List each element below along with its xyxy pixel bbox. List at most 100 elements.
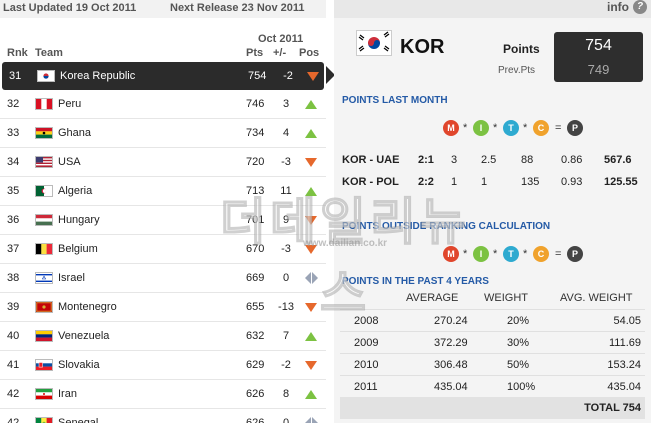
match-match: KOR - POL [342, 176, 399, 188]
team-name[interactable]: Slovakia [58, 359, 100, 371]
formula-operator: * [523, 248, 528, 260]
year-year: 2010 [354, 359, 379, 371]
trend-same-icon [305, 417, 319, 423]
points: 701 [246, 214, 265, 226]
info-label[interactable]: info [607, 0, 629, 14]
match-row: KOR - UAE 2:1 3 2.5 88 0.86 567.6 [342, 154, 647, 170]
flag-icon [35, 272, 53, 284]
flag-icon [35, 127, 53, 139]
section-past-years: POINTS IN THE PAST 4 YEARS [342, 276, 489, 287]
table-row[interactable]: 32 Peru 746 3 [0, 90, 326, 119]
formula-m-icon: M [443, 246, 459, 262]
table-row[interactable]: 33 Ghana 734 4 [0, 119, 326, 148]
table-row[interactable]: 37 Belgium 670 -3 [0, 235, 326, 264]
team-code: KOR [400, 36, 445, 58]
table-row[interactable]: 41 Slovakia 629 -2 [0, 351, 326, 380]
col-change[interactable]: +/- [273, 47, 286, 59]
points: 713 [246, 185, 265, 197]
formula-p-icon: P [567, 246, 583, 262]
table-row[interactable]: 42 Senegal 626 0 [0, 409, 326, 423]
formula-t-icon: T [503, 120, 519, 136]
team-name[interactable]: Montenegro [58, 301, 117, 313]
year-average: 270.24 [434, 315, 468, 327]
table-row[interactable]: 35 Algeria 713 11 [0, 177, 326, 206]
table-row[interactable]: 36 Hungary 701 9 [0, 206, 326, 235]
col-rnk[interactable]: Rnk [7, 47, 28, 59]
points: 669 [246, 272, 265, 284]
trend-up-icon [305, 390, 317, 399]
table-row-selected[interactable]: 31 Korea Republic 754 -2 [2, 62, 324, 90]
col-pos[interactable]: Pos [299, 47, 319, 59]
year-row: 2008 270.24 20% 54.05 [340, 309, 645, 332]
match-match: KOR - UAE [342, 154, 400, 166]
year-average: 372.29 [434, 337, 468, 349]
trend-up-icon [305, 129, 317, 138]
points: 720 [246, 156, 265, 168]
total-row: TOTAL 754 [340, 397, 645, 419]
table-row[interactable]: 39 Montenegro 655 -13 [0, 293, 326, 322]
table-row[interactable]: 34 USA 720 -3 [0, 148, 326, 177]
flag-icon [35, 301, 53, 313]
year-weight: 20% [507, 315, 530, 327]
next-release: Next Release 23 Nov 2011 [170, 2, 305, 14]
change: 0 [282, 272, 290, 284]
team-name[interactable]: Korea Republic [60, 70, 135, 82]
match-c: 0.86 [561, 154, 583, 166]
rank: 35 [7, 185, 20, 197]
col-pts[interactable]: Pts [246, 47, 263, 59]
team-name[interactable]: Hungary [58, 214, 100, 226]
team-name[interactable]: USA [58, 156, 81, 168]
table-row[interactable]: 38 Israel 669 0 [0, 264, 326, 293]
release-bar: Last Updated 19 Oct 2011 Next Release 23… [0, 0, 326, 18]
team-name[interactable]: Venezuela [58, 330, 109, 342]
team-name[interactable]: Iran [58, 388, 77, 400]
table-header: Oct 2011 Rnk Team Pts +/- Pos [0, 30, 326, 62]
team-name[interactable]: Israel [58, 272, 85, 284]
formula-operator: = [555, 122, 562, 134]
formula-operator: = [555, 248, 562, 260]
year-year: 2011 [354, 381, 378, 393]
rank: 33 [7, 127, 20, 139]
col-team[interactable]: Team [35, 47, 63, 59]
last-updated: Last Updated 19 Oct 2011 [3, 2, 137, 14]
year-row: 2011 435.04 100% 435.04 [340, 375, 645, 398]
trend-down-icon [305, 245, 317, 254]
year-year: 2009 [354, 337, 379, 349]
team-name[interactable]: Algeria [58, 185, 92, 197]
formula-operator: * [493, 248, 498, 260]
info-icon[interactable]: ? [633, 0, 647, 14]
year-weight: 100% [507, 381, 536, 393]
table-row[interactable]: 42 Iran 626 8 [0, 380, 326, 409]
year-avg-weight: 153.24 [607, 359, 641, 371]
rank: 36 [7, 214, 20, 226]
flag-icon [35, 243, 53, 255]
change: -2 [283, 70, 293, 82]
team-name[interactable]: Ghana [58, 127, 91, 139]
change: 4 [282, 127, 290, 139]
change: 7 [282, 330, 290, 342]
trend-up-icon [305, 332, 317, 341]
change: 8 [282, 388, 290, 400]
points-box: 754 749 [554, 32, 643, 82]
table-row[interactable]: 40 Venezuela 632 7 [0, 322, 326, 351]
trend-down-icon [307, 72, 319, 81]
match-row: KOR - POL 2:2 1 1 135 0.93 125.55 [342, 176, 647, 192]
year-avg-weight: 435.04 [607, 381, 641, 393]
team-name[interactable]: Senegal [58, 417, 98, 423]
change: -3 [281, 243, 291, 255]
year-weight: 50% [507, 359, 530, 371]
team-name[interactable]: Belgium [58, 243, 98, 255]
rank: 42 [7, 388, 20, 400]
match-t: 135 [521, 176, 540, 188]
total-value: TOTAL 754 [584, 402, 641, 414]
points: 655 [246, 301, 265, 313]
formula-p-icon: P [567, 120, 583, 136]
points: 734 [246, 127, 265, 139]
team-name[interactable]: Peru [58, 98, 81, 110]
formula-i-icon: I [473, 246, 489, 262]
points: 754 [248, 70, 267, 82]
formula-outside: M * I * T * C = P [443, 244, 613, 268]
formula-m-icon: M [443, 120, 459, 136]
change: 3 [282, 98, 290, 110]
formula-last-month: M * I * T * C = P [443, 118, 613, 142]
